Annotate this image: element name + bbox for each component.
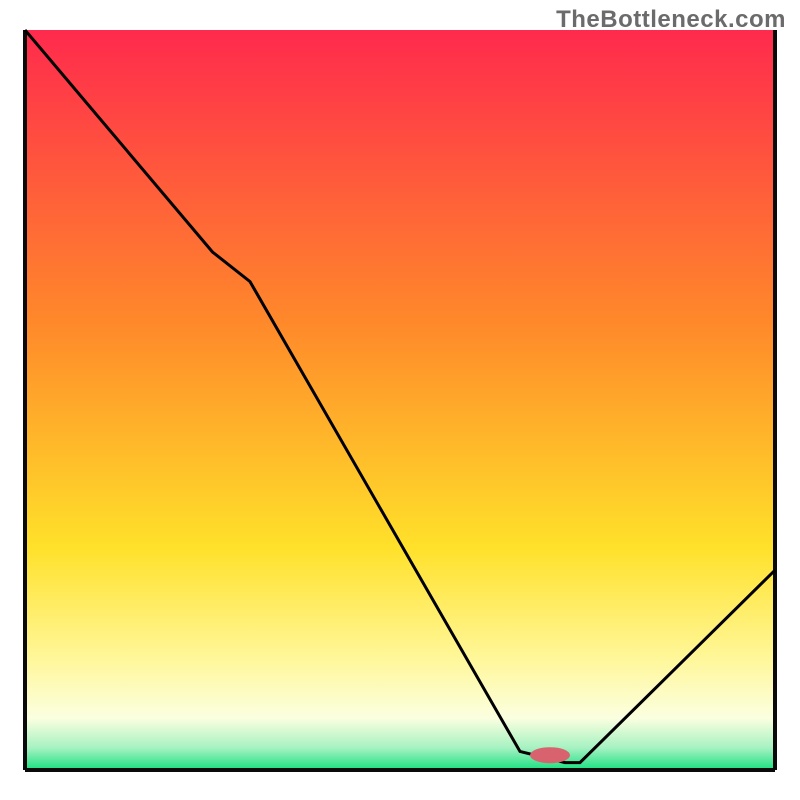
watermark-text: TheBottleneck.com xyxy=(556,6,786,34)
chart-stage: TheBottleneck.com xyxy=(0,0,800,800)
optimum-marker xyxy=(530,747,570,763)
gradient-background xyxy=(25,30,775,770)
bottleneck-chart xyxy=(0,0,800,800)
plot-area xyxy=(25,30,775,770)
